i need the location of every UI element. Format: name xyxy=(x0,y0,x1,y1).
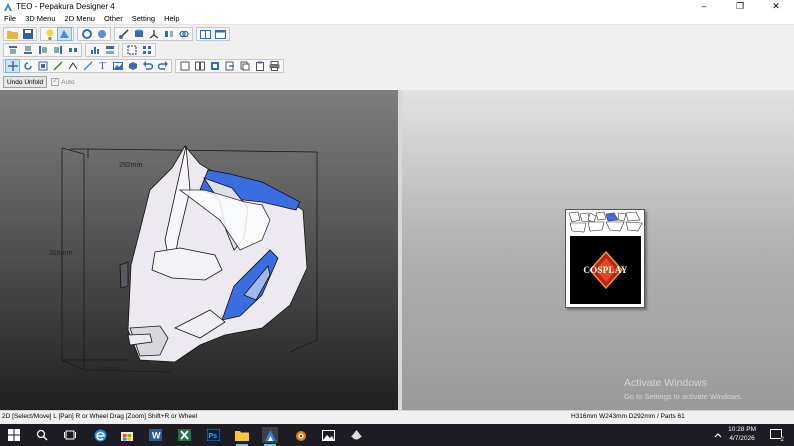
clock-time: 10:28 PM xyxy=(728,426,756,433)
cosplay-logo-text: COSPLAY xyxy=(583,265,628,275)
copy-page-icon[interactable] xyxy=(238,60,251,72)
page-layout-icon[interactable] xyxy=(178,60,191,72)
close-button[interactable]: ✕ xyxy=(758,0,794,13)
text-tool-icon[interactable]: T xyxy=(96,60,109,72)
undo-unfold-button[interactable]: Undo Unfold xyxy=(3,76,48,88)
align-top-icon[interactable] xyxy=(6,44,19,56)
split-view-icon[interactable] xyxy=(199,28,212,40)
align-left-icon[interactable] xyxy=(36,44,49,56)
edge-browser-icon[interactable] xyxy=(92,427,108,443)
auto-checkbox[interactable]: ✓ Auto xyxy=(51,78,75,86)
clock-date: 4/7/2026 xyxy=(729,435,755,442)
cube-icon[interactable] xyxy=(126,60,139,72)
blender-icon[interactable] xyxy=(292,427,308,443)
word-icon[interactable]: W xyxy=(147,427,163,443)
activate-windows-title: Activate Windows xyxy=(624,377,707,389)
paper-sheet[interactable]: COSPLAY xyxy=(565,209,645,308)
excel-icon[interactable] xyxy=(176,427,192,443)
redo-icon[interactable] xyxy=(156,60,169,72)
search-icon[interactable] xyxy=(34,427,50,443)
pepakura-taskbar-icon[interactable] xyxy=(262,427,278,446)
rotate-view-icon[interactable] xyxy=(95,28,108,40)
menu-3d[interactable]: 3D Menu xyxy=(21,14,60,23)
windows-start-icon[interactable] xyxy=(6,427,22,443)
single-view-icon[interactable] xyxy=(214,28,227,40)
notification-count: 2 xyxy=(780,437,784,443)
task-view-icon[interactable] xyxy=(62,427,78,443)
activate-windows-subtitle: Go to Settings to activate Windows. xyxy=(624,392,743,401)
maximize-button[interactable]: ❐ xyxy=(722,0,758,13)
2d-view[interactable]: COSPLAY Activate Windows Go to Settings … xyxy=(402,90,794,410)
axis-icon[interactable] xyxy=(147,28,160,40)
status-mode-hint: 2D [Select/Move] L [Pan] R or Wheel Drag… xyxy=(2,413,198,420)
title-bar: TEO - Pepakura Designer 4 – ❐ ✕ xyxy=(0,0,794,13)
dimension-depth-label: 243mm xyxy=(95,366,119,373)
inkscape-icon[interactable] xyxy=(348,427,364,443)
3d-view[interactable]: 292mm 316mm 243mm xyxy=(0,90,398,410)
scale-icon[interactable] xyxy=(36,60,49,72)
link-icon[interactable] xyxy=(177,28,190,40)
flap-icon[interactable] xyxy=(66,60,79,72)
clock[interactable]: 10:28 PM 4/7/2026 xyxy=(728,425,756,443)
bar-chart-icon[interactable] xyxy=(88,44,101,56)
mirror-icon[interactable] xyxy=(162,28,175,40)
scatter-parts-icon[interactable] xyxy=(140,44,153,56)
paste-page-icon[interactable] xyxy=(253,60,266,72)
toolbar-row-3: T xyxy=(3,58,287,74)
open-file-icon[interactable] xyxy=(6,28,19,40)
export-icon[interactable] xyxy=(223,60,236,72)
status-bar: 2D [Select/Move] L [Pan] R or Wheel Drag… xyxy=(0,410,794,424)
distribute-icon[interactable] xyxy=(66,44,79,56)
dimension-width-label: 292mm xyxy=(119,162,143,169)
pepakura-app-icon xyxy=(4,2,12,11)
menu-2d[interactable]: 2D Menu xyxy=(61,14,100,23)
options-row: Undo Unfold ✓ Auto xyxy=(3,75,75,89)
unfold-icon[interactable] xyxy=(57,27,72,41)
minimize-button[interactable]: – xyxy=(686,0,722,13)
rotate-model-icon[interactable] xyxy=(80,28,93,40)
store-icon[interactable] xyxy=(119,427,135,443)
window-title: TEO - Pepakura Designer 4 xyxy=(16,2,115,11)
align-bottom-icon[interactable] xyxy=(21,44,34,56)
line-tool-icon[interactable] xyxy=(81,60,94,72)
chevron-up-icon[interactable] xyxy=(712,427,724,443)
pages-icon[interactable] xyxy=(193,60,206,72)
image-tool-icon[interactable] xyxy=(111,60,124,72)
numbering-icon[interactable] xyxy=(208,60,221,72)
rotate-part-icon[interactable] xyxy=(21,60,34,72)
svg-text:W: W xyxy=(152,431,161,441)
auto-label: Auto xyxy=(61,78,75,86)
undo-icon[interactable] xyxy=(141,60,154,72)
checkmark-icon: ✓ xyxy=(51,78,60,86)
file-explorer-icon[interactable] xyxy=(234,427,250,446)
select-move-icon[interactable] xyxy=(5,59,20,73)
menu-setting[interactable]: Setting xyxy=(128,14,160,23)
dimension-height-label: 316mm xyxy=(49,250,73,257)
menu-bar: File 3D Menu 2D Menu Other Setting Help xyxy=(0,13,794,25)
join-edge-icon[interactable] xyxy=(51,60,64,72)
menu-other[interactable]: Other xyxy=(100,14,128,23)
cylinder-icon[interactable] xyxy=(132,28,145,40)
status-dimensions: H316mm W243mm D292mm / Parts 61 xyxy=(571,413,685,420)
save-icon[interactable] xyxy=(21,28,34,40)
photoshop-icon[interactable]: Ps xyxy=(205,427,221,443)
menu-file[interactable]: File xyxy=(0,14,21,23)
windows-taskbar: W Ps 10:28 PM 4/7/2026 2 xyxy=(0,424,794,446)
stack-icon[interactable] xyxy=(103,44,116,56)
svg-text:Ps: Ps xyxy=(208,433,217,440)
select-all-icon[interactable] xyxy=(125,44,138,56)
menu-help[interactable]: Help xyxy=(160,14,184,23)
notification-icon[interactable]: 2 xyxy=(768,427,784,443)
light-bulb-icon[interactable] xyxy=(43,28,56,40)
align-right-icon[interactable] xyxy=(51,44,64,56)
cosplay-logo-panel: COSPLAY xyxy=(570,236,641,304)
toolbar-row-1 xyxy=(3,26,233,42)
print-icon[interactable] xyxy=(268,60,281,72)
unfolded-parts-strip xyxy=(568,211,643,233)
edge-tool-icon[interactable] xyxy=(117,28,130,40)
photos-icon[interactable] xyxy=(320,427,336,443)
toolbar-row-2 xyxy=(3,42,159,58)
